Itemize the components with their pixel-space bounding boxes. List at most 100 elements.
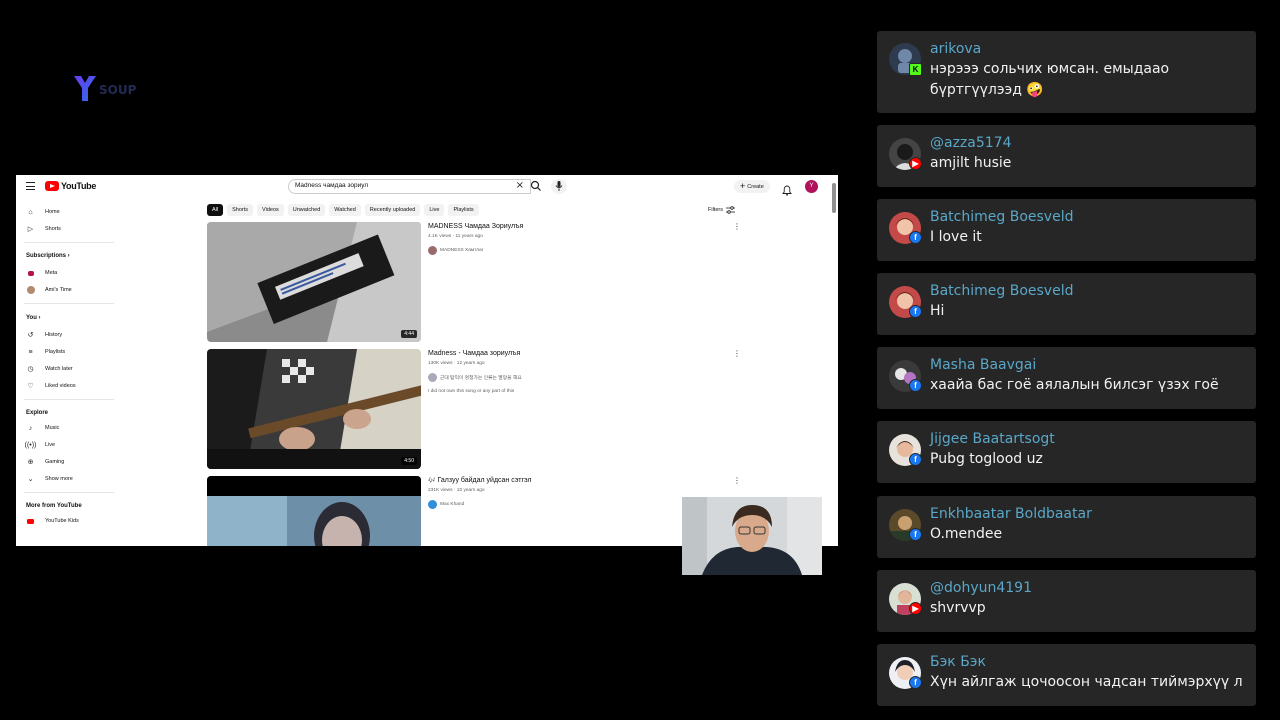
filter-chips: All Shorts Videos Unwatched Watched Rece… [207, 204, 479, 216]
chat-text: shvrvvp [930, 600, 986, 616]
logo-word: SOUP [99, 83, 137, 97]
explore-heading: Explore [26, 410, 49, 416]
sidebar-item-label: Gaming [45, 459, 65, 465]
sidebar-item-label: History [45, 332, 63, 338]
youtube-brand-text: YouTube [61, 181, 97, 191]
you-heading[interactable]: You › [26, 315, 41, 321]
facebook-badge-icon: f [909, 676, 922, 689]
video-channel[interactable]: 근대 탐익이 멍청가는 인류는 멸망을 해요 [428, 373, 522, 382]
sidebar-item-meta[interactable]: Meta [26, 267, 57, 279]
guitar-player-image [207, 349, 421, 469]
video-thumbnail[interactable]: 4:44 [207, 222, 421, 342]
sidebar-item-gaming[interactable]: ⊕ Gaming [26, 456, 65, 468]
thumbs-up-icon: ♡ [27, 383, 34, 390]
chat-message: f Batchimeg Boesveld I love it [877, 199, 1256, 261]
video-meta: 231K views · 10 years ago [428, 488, 485, 493]
chip-recently-uploaded[interactable]: Recently uploaded [364, 204, 421, 216]
menu-icon[interactable] [26, 182, 35, 190]
channel-avatar [428, 246, 437, 255]
chip-live[interactable]: Live [424, 204, 445, 216]
facebook-badge-icon: f [909, 528, 922, 541]
playlists-icon: ≡ [28, 348, 33, 356]
sidebar-item-amis-time[interactable]: Ami's Time [26, 284, 72, 296]
facebook-badge-icon: f [909, 305, 922, 318]
sidebar-item-watch-later[interactable]: ◷ Watch later [26, 363, 73, 375]
chat-username: Бэк Бэк [930, 654, 986, 670]
create-button[interactable]: + Create [734, 180, 770, 193]
search-input[interactable]: Madness чамдаа зориул × [288, 179, 531, 194]
more-options-icon[interactable]: ⋮ [733, 350, 741, 358]
sidebar-item-liked-videos[interactable]: ♡ Liked videos [26, 380, 75, 392]
search-button[interactable] [521, 179, 551, 194]
video-duration: 4:50 [401, 457, 417, 465]
microphone-icon [555, 181, 563, 191]
youtube-logo[interactable]: YouTube [45, 181, 96, 191]
video-result[interactable]: 4:44 MADNESS Чамдаа Зориулъя 4.1K views … [207, 222, 827, 342]
channel-avatar [26, 286, 35, 295]
sidebar-item-history[interactable]: ↺ History [26, 329, 63, 341]
chat-text: O.mendee [930, 526, 1003, 542]
more-options-icon[interactable]: ⋮ [733, 477, 741, 485]
youtube-badge-icon: ▶ [909, 157, 922, 170]
video-title-text: Галзуу байдал уйдсан сэтгэл [437, 477, 532, 484]
chat-text: amjilt husie [930, 155, 1012, 171]
music-note-icon: ♪ [28, 424, 33, 432]
chat-username: @azza5174 [930, 135, 1012, 151]
kick-badge-icon: K [909, 63, 922, 76]
video-title[interactable]: 🎶 Галзуу байдал уйдсан сэтгэл [428, 477, 532, 484]
sidebar-item-label: Live [45, 442, 56, 448]
sidebar-item-shorts[interactable]: ▷ Shorts [26, 223, 61, 235]
channel-avatar [428, 500, 437, 509]
chip-playlists[interactable]: Playlists [448, 204, 479, 216]
video-title[interactable]: Madness - Чамдаа зориулъя [428, 350, 520, 357]
sidebar-item-youtube-kids[interactable]: YouTube Kids [26, 515, 79, 527]
chip-shorts[interactable]: Shorts [227, 204, 254, 216]
woman-portrait-image [207, 476, 421, 546]
heading-text: You [26, 315, 37, 321]
divider [24, 399, 114, 400]
chat-username: Enkhbaatar Boldbaatar [930, 506, 1092, 522]
heading-text: Subscriptions [26, 253, 67, 259]
clock-icon: ◷ [27, 366, 34, 373]
notifications-bell-icon[interactable] [782, 181, 792, 200]
sidebar-item-live[interactable]: ((•)) Live [25, 439, 56, 451]
video-channel[interactable]: MADNESS Хамтлаг [428, 246, 484, 255]
video-thumbnail[interactable] [207, 476, 421, 546]
divider [24, 303, 114, 304]
video-channel[interactable]: Max Khand [428, 500, 464, 509]
sidebar-item-label: Watch later [45, 366, 73, 372]
sidebar-item-playlists[interactable]: ≡ Playlists [26, 346, 65, 358]
sidebar-item-label: Music [45, 425, 60, 431]
cassette-tape-image [207, 222, 421, 342]
chip-videos[interactable]: Videos [257, 204, 284, 216]
video-thumbnail[interactable]: 4:50 [207, 349, 421, 469]
chevron-down-icon: ⌄ [27, 476, 34, 483]
chat-message: ▶ @azza5174 amjilt husie [877, 125, 1256, 187]
sidebar-item-label: Ami's Time [45, 287, 72, 293]
youtube-sidebar: ⌂ Home ▷ Shorts Subscriptions › Meta Ami… [16, 203, 126, 546]
more-options-icon[interactable]: ⋮ [733, 223, 741, 231]
filters-button[interactable]: Filters [708, 206, 735, 214]
gamepad-icon: ⊕ [27, 459, 34, 466]
subscriptions-heading[interactable]: Subscriptions › [26, 253, 70, 259]
chip-all[interactable]: All [207, 204, 224, 216]
video-result[interactable]: 4:50 Madness - Чамдаа зориулъя 130K view… [207, 349, 827, 469]
facebook-badge-icon: f [909, 379, 922, 392]
sidebar-item-label: Home [45, 209, 60, 215]
search-query: Madness чамдаа зориул [295, 182, 369, 189]
sidebar-item-music[interactable]: ♪ Music [26, 422, 60, 434]
account-avatar[interactable]: Y [805, 180, 818, 193]
scrollbar-thumb[interactable] [832, 183, 836, 213]
channel-avatar [428, 373, 437, 382]
chip-unwatched[interactable]: Unwatched [287, 204, 326, 216]
sidebar-item-home[interactable]: ⌂ Home [26, 206, 60, 218]
chat-text: Hi [930, 303, 945, 319]
voice-search-button[interactable] [551, 179, 567, 194]
sidebar-item-show-more[interactable]: ⌄ Show more [26, 473, 73, 485]
video-title[interactable]: MADNESS Чамдаа Зориулъя [428, 223, 523, 230]
stream-layout: SOUP YouTube Madness чамдаа зориул × + C… [0, 0, 1280, 720]
chat-text: Pubg toglood uz [930, 451, 1043, 467]
channel-name: Max Khand [440, 502, 465, 507]
video-description: I did not own this song or any part of t… [428, 389, 515, 394]
chip-watched[interactable]: Watched [329, 204, 361, 216]
